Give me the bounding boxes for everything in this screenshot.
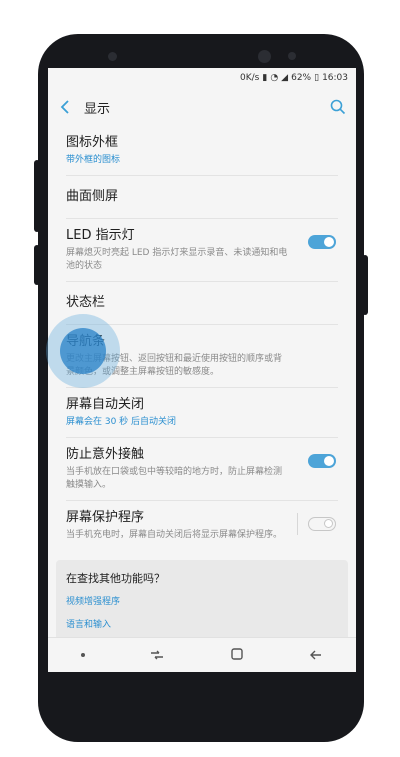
setting-title: 曲面侧屏 — [66, 189, 119, 204]
search-icon[interactable] — [330, 99, 346, 115]
setting-description: 当手机放在口袋或包中等较暗的地方时，防止屏幕检测触摸输入。 — [66, 467, 283, 490]
setting-title: 状态栏 — [66, 295, 106, 310]
vertical-separator — [297, 513, 298, 535]
battery-percent: 62% — [291, 73, 312, 83]
clock: 16:03 — [322, 73, 348, 83]
link-video-enhancer[interactable]: 视频增强程序 — [66, 594, 338, 607]
app-bar: 显示 — [48, 88, 356, 126]
setting-edge-screen[interactable]: 曲面侧屏 — [66, 176, 338, 218]
sensor-dot — [288, 52, 296, 60]
setting-screen-timeout[interactable]: 屏幕自动关闭 屏幕会在 30 秒 后自动关闭 — [66, 388, 338, 437]
status-bar: 0K/s ▮ ◔ ◢ 62% ▯ 16:03 — [48, 68, 356, 88]
setting-subtitle: 屏幕会在 30 秒 后自动关闭 — [66, 417, 177, 427]
setting-title: 屏幕自动关闭 — [66, 397, 145, 412]
sensor-dot — [108, 52, 117, 61]
front-camera-icon — [258, 50, 271, 63]
screensaver-toggle[interactable] — [308, 517, 336, 531]
setting-led-indicator[interactable]: LED 指示灯 屏幕熄灭时亮起 LED 指示灯来显示录音、未读通知和电池的状态 — [66, 219, 338, 281]
page-title: 显示 — [84, 101, 111, 117]
wifi-icon: ◔ — [270, 73, 279, 83]
navigation-bar — [48, 637, 356, 672]
setting-status-bar[interactable]: 状态栏 — [66, 282, 338, 324]
setting-title: 图标外框 — [66, 135, 119, 150]
setting-icon-frames[interactable]: 图标外框 带外框的图标 — [66, 126, 338, 175]
recent-apps-icon[interactable] — [150, 646, 164, 665]
accidental-touch-toggle[interactable] — [308, 454, 336, 468]
card-title: 在查找其他功能吗？ — [66, 572, 165, 585]
led-indicator-toggle[interactable] — [308, 235, 336, 249]
setting-accidental-touch[interactable]: 防止意外接触 当手机放在口袋或包中等较暗的地方时，防止屏幕检测触摸输入。 — [66, 438, 338, 500]
home-button-icon[interactable] — [230, 646, 244, 665]
setting-title: 防止意外接触 — [66, 447, 145, 462]
phone-sensors — [38, 48, 364, 68]
nav-dot-icon[interactable] — [80, 653, 85, 657]
network-speed: 0K/s — [240, 73, 260, 83]
other-features-card: 在查找其他功能吗？ 视频增强程序 语言和输入 — [56, 560, 348, 646]
cell-signal-icon: ◢ — [281, 73, 289, 83]
setting-description: 屏幕熄灭时亮起 LED 指示灯来显示录音、未读通知和电池的状态 — [66, 248, 288, 271]
link-language-input[interactable]: 语言和输入 — [66, 617, 338, 630]
setting-screensaver[interactable]: 屏幕保护程序 当手机充电时，屏幕自动关闭后将显示屏幕保护程序。 — [66, 501, 338, 550]
signal-icon: ▮ — [262, 73, 268, 83]
setting-subtitle: 带外框的图标 — [66, 155, 121, 165]
touch-indicator — [60, 328, 106, 374]
battery-icon: ▯ — [314, 73, 320, 83]
back-button-icon[interactable] — [309, 646, 323, 665]
back-arrow-icon[interactable] — [58, 100, 72, 114]
setting-title: LED 指示灯 — [66, 228, 135, 243]
